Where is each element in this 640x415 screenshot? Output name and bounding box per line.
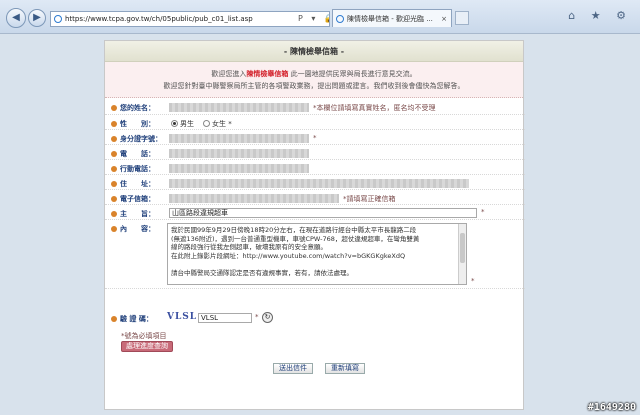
content-line: 線的路段強行從我左側超車，破壞我原有的安全意願。 — [171, 243, 327, 251]
subject-input[interactable]: 山區路段違規超車 — [169, 208, 477, 218]
mobile-field[interactable] — [169, 164, 309, 173]
browser-tab[interactable]: 陳情檢舉信箱 - 歡迎光臨 ... × — [332, 9, 452, 27]
bullet-icon — [111, 316, 117, 322]
bullet-icon — [111, 166, 117, 172]
tab-close-icon[interactable]: × — [441, 10, 447, 27]
status-query-button[interactable]: 處理進度查詢 — [121, 341, 173, 352]
intro-line-1: 歡迎您進入陳情檢舉信箱 此一園地提供民眾與局長進行意見交流。 — [105, 68, 523, 80]
captcha-input[interactable]: VLSL — [198, 313, 252, 323]
bullet-icon — [111, 121, 117, 127]
email-label: 電子信箱： — [111, 194, 155, 204]
address-tools[interactable]: P ▾ 🔒 C × — [298, 12, 329, 26]
content-line: 請台中縣警局交通隊認定是否有違規事實，若有，請依法處理。 — [171, 268, 353, 277]
gender-label: 性 別： — [111, 119, 155, 129]
content-label: 內 容： — [111, 224, 155, 234]
form-intro: 歡迎您進入陳情檢舉信箱 此一園地提供民眾與局長進行意見交流。 歡迎您針對臺中縣警… — [105, 62, 523, 98]
phone-field[interactable] — [169, 149, 309, 158]
gender-female-option[interactable]: 女生 * — [203, 119, 232, 129]
content-line — [171, 260, 463, 269]
bullet-icon — [111, 105, 117, 111]
gender-required-star: * — [228, 120, 232, 128]
radio-unchecked-icon[interactable] — [203, 120, 210, 127]
refresh-captcha-icon[interactable]: ↻ — [262, 312, 273, 323]
gender-male-option[interactable]: 男生 — [171, 119, 194, 129]
tab-title: 陳情檢舉信箱 - 歡迎光臨 ... — [347, 15, 433, 23]
row-mobile: 行動電話： — [105, 161, 525, 175]
row-gender: 性 別： 男生 女生 * — [105, 116, 525, 130]
complaint-form: - 陳情檢舉信箱 - 歡迎您進入陳情檢舉信箱 此一園地提供民眾與局長進行意見交流… — [104, 40, 525, 410]
bullet-icon — [111, 196, 117, 202]
browser-right-icons[interactable]: ⌂ ★ ⚙ — [568, 9, 632, 22]
name-label: 您的姓名： — [111, 103, 155, 113]
intro-highlight: 陳情檢舉信箱 — [246, 70, 289, 78]
email-note: *請填寫正確信箱 — [343, 195, 396, 203]
content-line: 我於民國99年9月29日傍晚18時20分左右，在現在道路行經台中縣太平市長龍路二… — [171, 226, 417, 234]
subject-label: 主 旨： — [111, 209, 155, 219]
watermark-text: #1649280 — [587, 402, 636, 413]
bullet-icon — [111, 136, 117, 142]
intro-prefix: 歡迎您進入 — [211, 70, 247, 78]
row-content: 內 容： 我於民國99年9月29日傍晚18時20分左右，在現在道路行經台中縣太平… — [105, 221, 525, 289]
captcha-label: 驗 證 碼： — [111, 314, 153, 324]
id-required-star: * — [313, 134, 317, 142]
new-tab-button[interactable] — [455, 11, 469, 25]
address-field[interactable] — [169, 179, 469, 188]
row-email: 電子信箱： *請填寫正確信箱 — [105, 191, 525, 205]
ie-favicon-icon — [54, 15, 62, 23]
row-captcha: 驗 證 碼： VLSL VLSL * ↻ — [105, 311, 525, 325]
content-required-star: * — [471, 277, 475, 285]
row-name: 您的姓名： *本欄位請填寫真實姓名，匿名均不受理 — [105, 101, 525, 115]
textarea-scrollbar[interactable] — [458, 224, 466, 284]
row-subject: 主 旨： 山區路段違規超車 * — [105, 206, 525, 220]
mobile-label: 行動電話： — [111, 164, 155, 174]
submit-button[interactable]: 送出信件 — [273, 363, 313, 374]
address-url: https://www.tcpa.gov.tw/ch/05public/pub_… — [65, 15, 253, 23]
name-field[interactable] — [169, 103, 309, 112]
browser-toolbar: ◀ ▶ https://www.tcpa.gov.tw/ch/05public/… — [0, 0, 640, 34]
content-line: (無遮136附近)，遇到一台普通重型機車，車號CPW-768，超仗違規超車，在彎… — [171, 234, 420, 243]
tab-favicon-icon — [336, 15, 344, 23]
forward-button[interactable]: ▶ — [28, 9, 46, 27]
required-note: *號為必填項目 — [121, 332, 167, 340]
row-id-number: 身分證字號： * — [105, 131, 525, 145]
captcha-image: VLSL — [167, 312, 198, 322]
bullet-icon — [111, 181, 117, 187]
id-field[interactable] — [169, 134, 309, 143]
page-viewport: - 陳情檢舉信箱 - 歡迎您進入陳情檢舉信箱 此一園地提供民眾與局長進行意見交流… — [0, 34, 640, 415]
name-note: *本欄位請填寫真實姓名，匿名均不受理 — [313, 104, 436, 112]
bullet-icon — [111, 226, 117, 232]
subject-required-star: * — [481, 208, 485, 216]
content-line: 在此附上錄影片段網址：http://www.youtube.com/watch?… — [171, 251, 406, 260]
email-field[interactable] — [169, 194, 339, 203]
bullet-icon — [111, 151, 117, 157]
row-address: 住 址： — [105, 176, 525, 190]
content-textarea[interactable]: 我於民國99年9月29日傍晚18時20分左右，在現在道路行經台中縣太平市長龍路二… — [167, 223, 467, 285]
form-title: - 陳情檢舉信箱 - — [105, 41, 523, 62]
intro-suffix: 此一園地提供民眾與局長進行意見交流。 — [290, 70, 417, 78]
back-button[interactable]: ◀ — [6, 8, 26, 28]
bullet-icon — [111, 211, 117, 217]
address-label: 住 址： — [111, 179, 155, 189]
address-bar[interactable]: https://www.tcpa.gov.tw/ch/05public/pub_… — [50, 11, 330, 27]
reset-button[interactable]: 重新填寫 — [325, 363, 365, 374]
radio-checked-icon[interactable] — [171, 120, 178, 127]
captcha-required-star: * — [255, 313, 259, 321]
phone-label: 電 話： — [111, 149, 155, 159]
row-phone: 電 話： — [105, 146, 525, 160]
intro-line-2: 歡迎您針對臺中縣警察局所主管的各項警政業務，提出問題或建言。我們收到後會儘快為您… — [163, 82, 465, 90]
id-label: 身分證字號： — [111, 134, 162, 144]
